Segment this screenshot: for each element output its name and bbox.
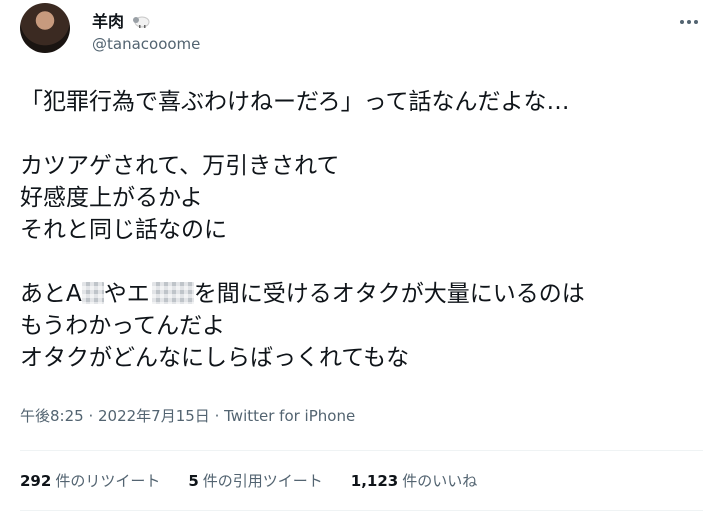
retweets-count: 292 bbox=[20, 472, 52, 490]
author-display-name[interactable]: 羊肉 bbox=[92, 8, 150, 32]
tweet-stats: 292 件のリツイート 5 件の引用ツイート 1,123 件のいいね bbox=[20, 470, 477, 491]
mosaic-censor bbox=[151, 282, 194, 304]
retweets-label: 件のリツイート bbox=[55, 472, 161, 490]
quotes-label: 件の引用ツイート bbox=[202, 472, 323, 490]
quotes-count: 5 bbox=[188, 472, 199, 490]
sheep-emoji-icon bbox=[132, 16, 150, 28]
tweet-line: オタクがどんなにしらばっくれてもな bbox=[20, 345, 410, 371]
likes-count: 1,123 bbox=[350, 472, 399, 490]
quotes-stat[interactable]: 5 件の引用ツイート bbox=[188, 470, 322, 491]
likes-stat[interactable]: 1,123 件のいいね bbox=[351, 470, 477, 491]
divider bbox=[20, 510, 703, 511]
likes-label: 件のいいね bbox=[402, 472, 478, 490]
tweet-date-link[interactable]: 2022年7月15日 bbox=[98, 407, 210, 425]
tweet-line-censored: あとA やエ を間に受けるオタクが大量にいるのは bbox=[20, 278, 710, 310]
tweet-text: 「犯罪行為で喜ぶわけねーだろ」って話なんだよな… カツアゲされて、万引きされて … bbox=[20, 86, 710, 374]
tweet: 羊肉 @tanacooome 「犯罪行為で喜ぶわけねーだろ」って話なんだよな… … bbox=[0, 0, 723, 518]
tweet-line: 「犯罪行為で喜ぶわけねーだろ」って話なんだよな… bbox=[20, 89, 570, 115]
retweets-stat[interactable]: 292 件のリツイート bbox=[20, 470, 160, 491]
mosaic-censor bbox=[81, 282, 104, 304]
more-horizontal-icon bbox=[680, 20, 684, 24]
tweet-line: それと同じ話なのに bbox=[20, 217, 227, 243]
tweet-meta: 午後8:25 · 2022年7月15日 · Twitter for iPhone bbox=[20, 405, 355, 426]
tweet-line: 好感度上がるかよ bbox=[20, 185, 203, 211]
tweet-line: もうわかってんだよ bbox=[20, 313, 226, 339]
more-options-button[interactable] bbox=[678, 12, 700, 32]
tweet-source-link[interactable]: Twitter for iPhone bbox=[224, 407, 355, 425]
tweet-line: カツアゲされて、万引きされて bbox=[20, 153, 340, 179]
tweet-text-segment: を間に受けるオタクが大量にいるのは bbox=[193, 281, 585, 307]
meta-separator: · bbox=[83, 407, 98, 425]
meta-separator: · bbox=[209, 407, 225, 425]
avatar[interactable] bbox=[20, 3, 70, 53]
display-name-text: 羊肉 bbox=[92, 12, 125, 31]
tweet-text-segment: あとA bbox=[20, 281, 82, 307]
author-handle[interactable]: @tanacooome bbox=[92, 35, 200, 53]
divider bbox=[20, 450, 703, 451]
tweet-time-link[interactable]: 午後8:25 bbox=[20, 407, 84, 425]
tweet-text-segment: やエ bbox=[103, 281, 150, 307]
